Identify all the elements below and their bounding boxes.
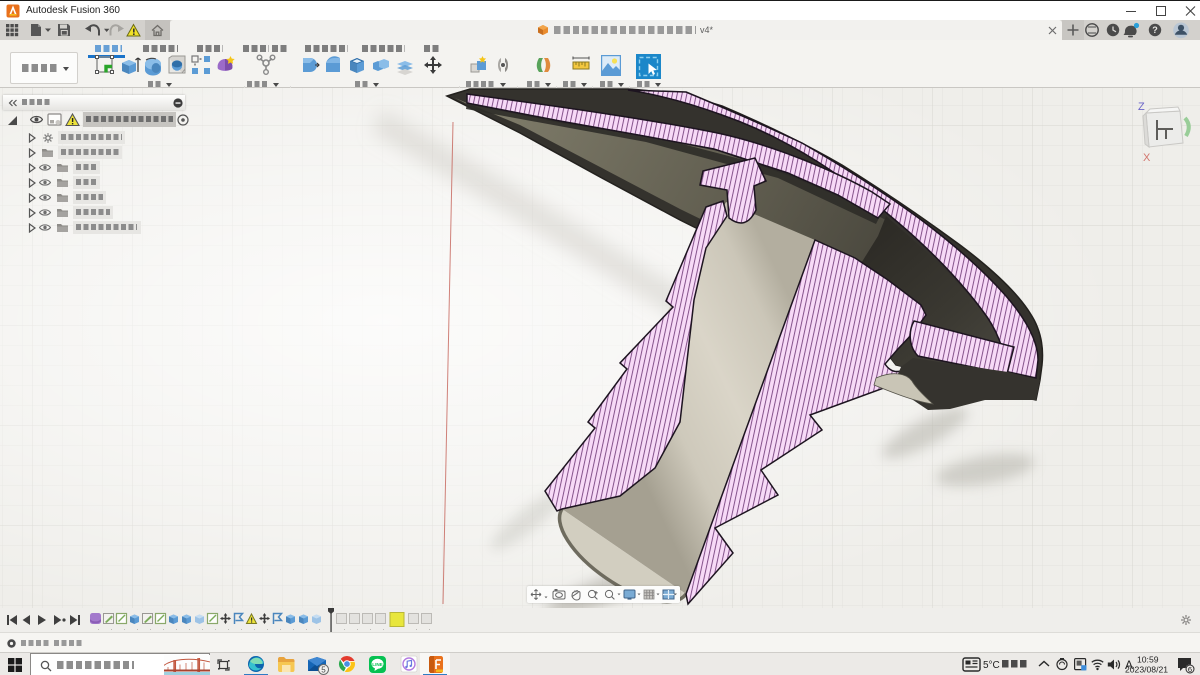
svg-text:?: ? <box>1152 25 1158 35</box>
svg-text:2023/08/21: 2023/08/21 <box>1125 665 1168 675</box>
svg-text:Z: Z <box>1138 101 1145 113</box>
svg-text:6: 6 <box>1188 665 1192 674</box>
svg-text:LINE: LINE <box>372 662 382 667</box>
svg-text:5: 5 <box>321 666 326 675</box>
svg-text:X: X <box>1143 152 1151 164</box>
svg-text:5°C: 5°C <box>983 660 1000 671</box>
svg-text:10:59: 10:59 <box>1137 655 1159 665</box>
